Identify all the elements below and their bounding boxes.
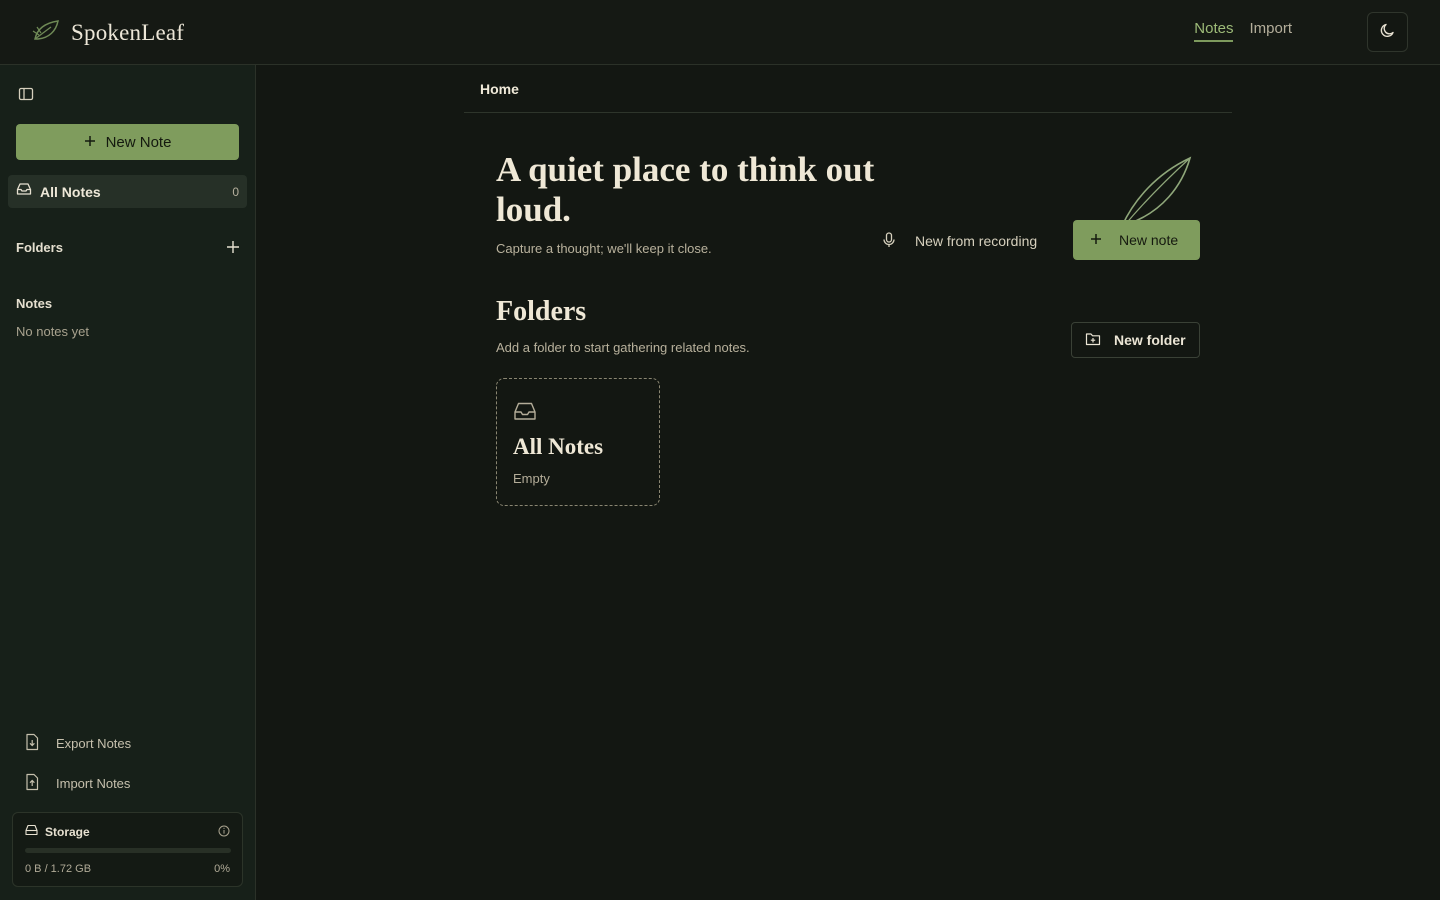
folders-subtitle: Add a folder to start gathering related …: [496, 340, 750, 355]
folder-card-status: Empty: [513, 471, 550, 486]
no-notes-text: No notes yet: [16, 324, 89, 339]
new-note-main-button[interactable]: New note: [1073, 220, 1200, 260]
new-folder-button[interactable]: New folder: [1071, 322, 1200, 358]
folders-heading: Folders: [496, 296, 587, 327]
new-from-recording-button[interactable]: New from recording: [880, 229, 1037, 253]
sidebar: New Note All Notes 0 Folders Notes No no…: [0, 65, 256, 900]
microphone-icon: [880, 231, 898, 252]
notes-section-title: Notes: [16, 296, 53, 311]
top-bar: SpokenLeaf Notes Import: [0, 0, 1440, 65]
folder-card-all-notes[interactable]: All Notes Empty: [496, 378, 660, 506]
storage-header: Storage: [25, 824, 90, 839]
new-from-recording-label: New from recording: [915, 233, 1038, 249]
hard-drive-icon: [25, 824, 38, 839]
storage-percent-text: 0%: [214, 863, 230, 875]
plus-icon: [84, 134, 96, 151]
storage-title: Storage: [45, 824, 90, 839]
storage-used-text: 0 B / 1.72 GB: [25, 863, 92, 875]
nav-import[interactable]: Import: [1249, 20, 1292, 42]
breadcrumb-home[interactable]: Home: [480, 81, 519, 97]
all-notes-label: All Notes: [40, 183, 101, 200]
breadcrumb: Home: [464, 65, 1232, 113]
new-folder-label: New folder: [1114, 332, 1186, 348]
moon-icon: [1380, 22, 1396, 43]
import-notes-link[interactable]: Import Notes: [24, 773, 130, 794]
new-note-label: New Note: [105, 133, 172, 151]
storage-progress-bar: [25, 848, 231, 853]
top-nav: Notes Import: [1194, 20, 1292, 42]
theme-toggle-button[interactable]: [1367, 12, 1408, 52]
file-upload-icon: [24, 773, 40, 794]
leaf-icon: [31, 17, 61, 48]
export-notes-link[interactable]: Export Notes: [24, 733, 131, 754]
new-note-main-label: New note: [1119, 232, 1179, 248]
page-title: A quiet place to think out loud.: [496, 150, 875, 229]
sidebar-item-all-notes[interactable]: All Notes 0: [8, 175, 247, 208]
folder-plus-icon: [1085, 332, 1101, 349]
page-subtitle: Capture a thought; we'll keep it close.: [496, 241, 712, 256]
app-name: SpokenLeaf: [71, 19, 185, 45]
sidebar-panel-icon[interactable]: [18, 86, 34, 107]
nav-notes[interactable]: Notes: [1194, 20, 1234, 42]
plus-icon: [1090, 232, 1102, 248]
all-notes-count: 0: [232, 184, 239, 199]
inbox-icon: [513, 401, 537, 426]
add-folder-icon[interactable]: [226, 240, 240, 259]
info-icon[interactable]: [218, 824, 230, 842]
folder-card-name: All Notes: [513, 434, 604, 459]
import-notes-label: Import Notes: [56, 776, 131, 791]
new-note-button[interactable]: New Note: [16, 124, 239, 160]
export-notes-label: Export Notes: [56, 736, 132, 751]
folders-section-title: Folders: [16, 240, 63, 255]
inbox-icon: [16, 182, 32, 201]
file-download-icon: [24, 733, 40, 754]
storage-panel: Storage 0 B / 1.72 GB 0%: [12, 812, 243, 887]
brand[interactable]: SpokenLeaf: [31, 17, 184, 48]
